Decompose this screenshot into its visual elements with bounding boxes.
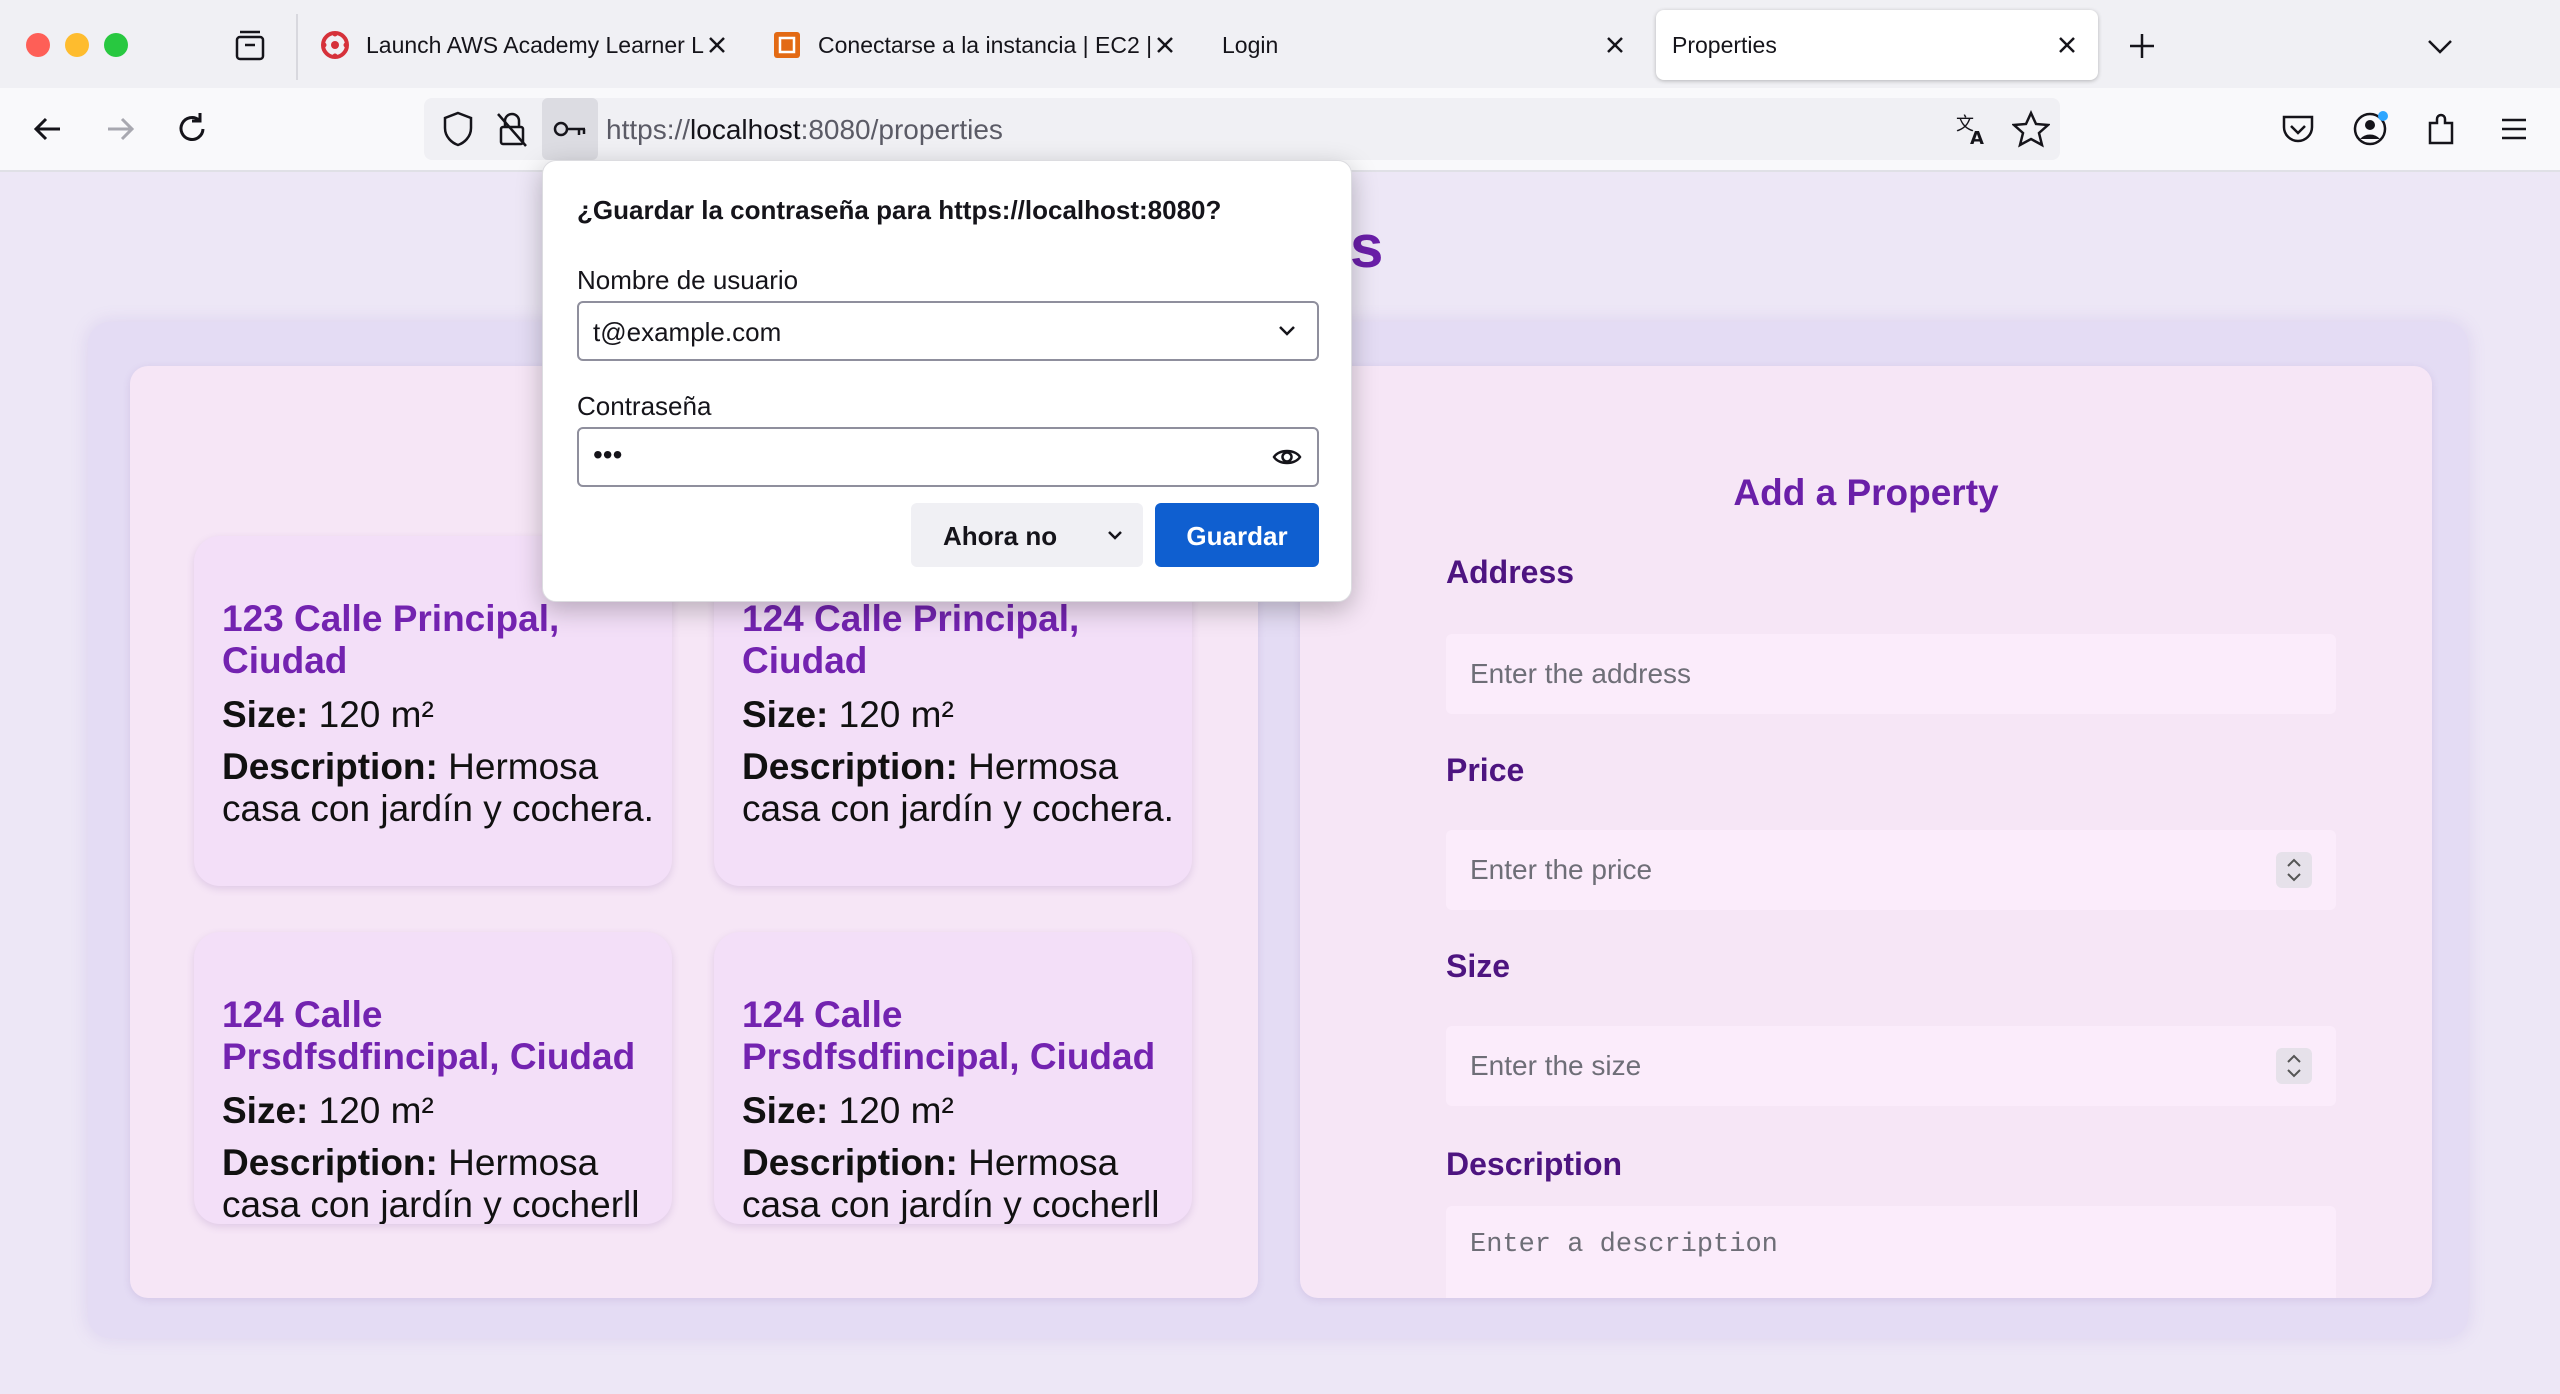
save-password-button[interactable]: Guardar bbox=[1155, 503, 1319, 567]
save-password-popup: ¿Guardar la contraseña para https://loca… bbox=[542, 160, 1352, 602]
lock-icon[interactable] bbox=[494, 110, 530, 148]
save-label: Guardar bbox=[1186, 521, 1288, 551]
not-now-label: Ahora no bbox=[943, 521, 1058, 551]
bookmark-star-icon[interactable] bbox=[2012, 110, 2050, 148]
property-size: Size: 120 m² bbox=[742, 694, 954, 735]
translate-icon[interactable]: 文 A bbox=[1954, 110, 1992, 148]
password-field[interactable]: ••• bbox=[577, 427, 1319, 487]
property-description: Description: Hermosa casa con jardín y c… bbox=[222, 746, 654, 829]
pocket-icon[interactable] bbox=[2278, 109, 2318, 149]
tab-title: Login bbox=[1222, 31, 1279, 58]
size-label: Size bbox=[1446, 948, 1511, 984]
size-input[interactable]: Enter the size bbox=[1446, 1026, 2336, 1106]
property-size: Size: 120 m² bbox=[222, 694, 434, 735]
tab-bar: Launch AWS Academy Learner L Conectarse … bbox=[0, 0, 2560, 88]
username-field[interactable]: t@example.com bbox=[577, 301, 1319, 361]
number-spinner-icon[interactable] bbox=[2276, 1048, 2312, 1084]
url-scheme: https:// bbox=[606, 114, 691, 145]
forward-arrow-icon[interactable] bbox=[100, 109, 140, 149]
description-textarea[interactable]: Enter a description bbox=[1446, 1206, 2336, 1298]
property-address: 124 Calle Principal, Ciudad bbox=[742, 598, 1080, 681]
popup-title: ¿Guardar la contraseña para https://loca… bbox=[577, 195, 1222, 225]
firefox-view-icon[interactable] bbox=[232, 28, 268, 64]
close-tab-icon[interactable] bbox=[1602, 32, 1628, 58]
property-size: Size: 120 m² bbox=[742, 1090, 954, 1131]
svg-text:A: A bbox=[1970, 128, 1984, 148]
url-path: :8080/properties bbox=[800, 114, 1003, 145]
property-description: Description: Hermosa casa con jardín y c… bbox=[222, 1142, 640, 1224]
account-icon[interactable] bbox=[2350, 109, 2390, 149]
ec2-favicon-icon bbox=[774, 32, 800, 58]
url-bar[interactable]: https://localhost:8080/properties 文 A bbox=[424, 98, 2060, 160]
close-tab-icon[interactable] bbox=[2054, 32, 2080, 58]
hamburger-menu-icon[interactable] bbox=[2494, 109, 2534, 149]
property-description: Description: Hermosa casa con jardín y c… bbox=[742, 1142, 1160, 1224]
add-property-panel: Add a Property Address Enter the address… bbox=[1300, 366, 2432, 1298]
tab-title: Launch AWS Academy Learner L bbox=[366, 31, 704, 58]
back-arrow-icon[interactable] bbox=[28, 109, 68, 149]
address-input[interactable]: Enter the address bbox=[1446, 634, 2336, 714]
aws-academy-favicon-icon bbox=[321, 31, 349, 59]
price-input[interactable]: Enter the price bbox=[1446, 830, 2336, 910]
not-now-button[interactable]: Ahora no bbox=[911, 503, 1143, 567]
property-card: 124 Calle Prsdfsdfincipal, Ciudad Size: … bbox=[194, 932, 672, 1224]
username-value: t@example.com bbox=[593, 317, 782, 347]
key-icon bbox=[553, 121, 586, 137]
number-spinner-icon[interactable] bbox=[2276, 852, 2312, 888]
property-description: Description: Hermosa casa con jardín y c… bbox=[742, 746, 1174, 829]
minimize-window-button[interactable] bbox=[65, 33, 89, 57]
show-password-eye-icon[interactable] bbox=[1271, 441, 1303, 473]
tab-title: Properties bbox=[1672, 31, 1777, 58]
property-address: 124 Calle Prsdfsdfincipal, Ciudad bbox=[742, 994, 1156, 1077]
size-placeholder: Enter the size bbox=[1470, 1050, 1642, 1081]
password-key-button[interactable] bbox=[542, 98, 598, 160]
description-placeholder: Enter a description bbox=[1470, 1230, 1778, 1260]
address-label: Address bbox=[1446, 554, 1575, 590]
chevron-down-icon[interactable] bbox=[1101, 521, 1129, 549]
tracking-protection-shield-icon[interactable] bbox=[440, 110, 476, 148]
tab-properties[interactable]: Properties bbox=[1656, 10, 2098, 80]
property-address: 124 Calle Prsdfsdfincipal, Ciudad bbox=[222, 994, 636, 1077]
new-tab-icon[interactable] bbox=[2124, 28, 2160, 64]
close-window-button[interactable] bbox=[26, 33, 50, 57]
url-host: localhost bbox=[690, 114, 801, 145]
password-label: Contraseña bbox=[577, 391, 712, 421]
list-all-tabs-icon[interactable] bbox=[2422, 28, 2458, 64]
description-label: Description bbox=[1446, 1146, 1623, 1182]
property-address: 123 Calle Principal, Ciudad bbox=[222, 598, 560, 681]
property-size: Size: 120 m² bbox=[222, 1090, 434, 1131]
url-text[interactable]: https://localhost:8080/properties bbox=[606, 114, 1003, 146]
close-tab-icon[interactable] bbox=[704, 32, 730, 58]
tab-aws-academy[interactable]: Launch AWS Academy Learner L bbox=[320, 10, 730, 80]
username-label: Nombre de usuario bbox=[577, 265, 799, 295]
price-placeholder: Enter the price bbox=[1470, 854, 1653, 885]
form-title: Add a Property bbox=[1733, 472, 1999, 513]
close-tab-icon[interactable] bbox=[1152, 32, 1178, 58]
tab-login[interactable]: Login bbox=[1222, 10, 1642, 80]
tab-title: Conectarse a la instancia | EC2 | bbox=[818, 31, 1153, 58]
maximize-window-button[interactable] bbox=[104, 33, 128, 57]
reload-icon[interactable] bbox=[172, 109, 212, 149]
price-label: Price bbox=[1446, 752, 1525, 788]
chevron-down-icon[interactable] bbox=[1271, 315, 1303, 347]
address-placeholder: Enter the address bbox=[1470, 658, 1692, 689]
property-card: 124 Calle Prsdfsdfincipal, Ciudad Size: … bbox=[714, 932, 1192, 1224]
password-value: ••• bbox=[593, 439, 623, 470]
tab-ec2-connect[interactable]: Conectarse a la instancia | EC2 | bbox=[772, 10, 1182, 80]
extensions-icon[interactable] bbox=[2422, 109, 2462, 149]
